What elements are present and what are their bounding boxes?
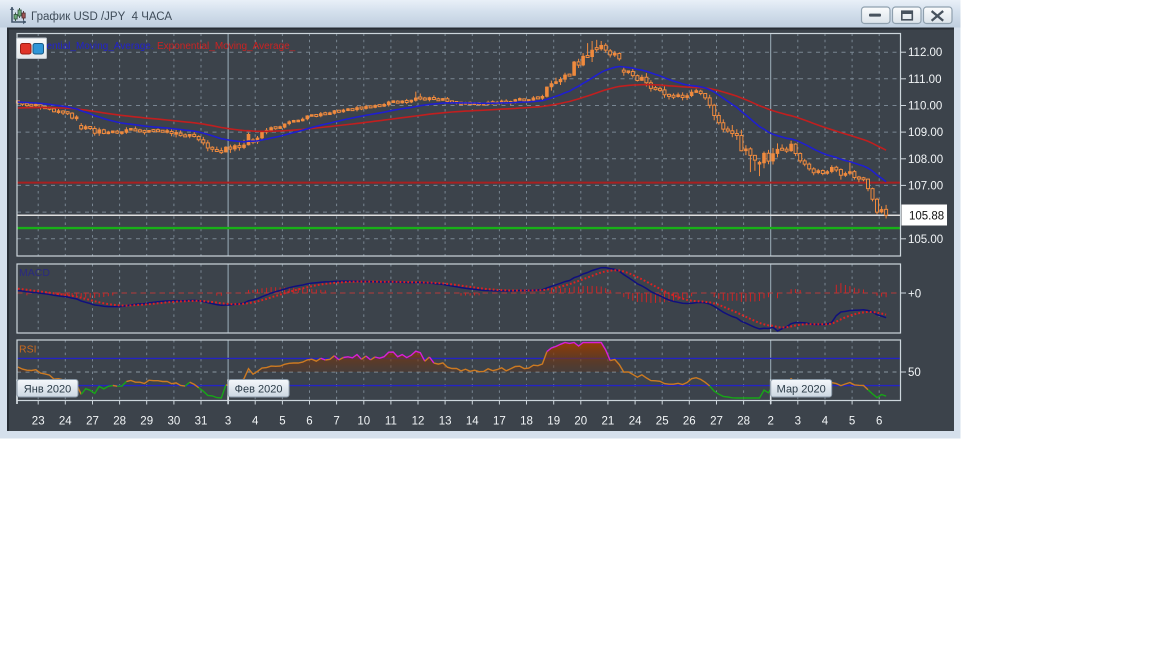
- svg-text:25: 25: [656, 416, 669, 428]
- svg-text:31: 31: [195, 416, 208, 428]
- svg-text:19: 19: [547, 416, 560, 428]
- svg-text:4: 4: [822, 416, 829, 428]
- svg-text:50: 50: [908, 367, 921, 379]
- svg-text:109.00: 109.00: [908, 127, 943, 139]
- svg-text:29: 29: [140, 416, 153, 428]
- svg-text:2: 2: [767, 416, 773, 428]
- svg-text:27: 27: [86, 416, 99, 428]
- svg-text:11: 11: [385, 416, 397, 428]
- svg-text:26: 26: [683, 416, 696, 428]
- svg-text:12: 12: [412, 416, 425, 428]
- svg-text:23: 23: [32, 416, 45, 428]
- svg-text:24: 24: [629, 416, 642, 428]
- svg-text:Exponential_Moving_Average_: Exponential_Moving_Average_: [157, 41, 296, 52]
- svg-text:5: 5: [849, 416, 855, 428]
- svg-text:14: 14: [466, 416, 479, 428]
- svg-text:+0: +0: [908, 289, 921, 301]
- svg-text:107.00: 107.00: [908, 180, 943, 192]
- svg-text:28: 28: [113, 416, 126, 428]
- svg-text:10: 10: [357, 416, 370, 428]
- svg-text:6: 6: [876, 416, 882, 428]
- svg-text:5: 5: [279, 416, 285, 428]
- svg-text:112.00: 112.00: [908, 47, 942, 59]
- svg-text:111.00: 111.00: [908, 74, 941, 86]
- svg-text:Мар 2020: Мар 2020: [777, 384, 826, 396]
- svg-text:108.00: 108.00: [908, 154, 943, 166]
- svg-text:105.88: 105.88: [909, 211, 944, 223]
- svg-text:28: 28: [737, 416, 750, 428]
- svg-text:4: 4: [252, 416, 259, 428]
- svg-text:17: 17: [493, 416, 506, 428]
- svg-text:Фев 2020: Фев 2020: [235, 384, 283, 396]
- svg-text:21: 21: [602, 416, 615, 428]
- svg-text:105.00: 105.00: [908, 234, 943, 246]
- svg-text:График USD /JPY 4 ЧАСА: График USD /JPY 4 ЧАСА: [31, 11, 172, 23]
- svg-text:18: 18: [520, 416, 533, 428]
- svg-text:30: 30: [168, 416, 181, 428]
- svg-text:6: 6: [306, 416, 312, 428]
- svg-text:Янв 2020: Янв 2020: [24, 384, 71, 396]
- svg-text:27: 27: [710, 416, 723, 428]
- svg-text:24: 24: [59, 416, 72, 428]
- svg-text:20: 20: [574, 416, 587, 428]
- svg-text:3: 3: [795, 416, 801, 428]
- svg-text:MACD: MACD: [19, 267, 50, 279]
- svg-text:RSI: RSI: [19, 344, 37, 356]
- svg-text:ential_Moving_Average.: ential_Moving_Average.: [47, 41, 154, 52]
- svg-text:7: 7: [333, 416, 339, 428]
- svg-text:110.00: 110.00: [908, 101, 942, 113]
- svg-text:13: 13: [439, 416, 452, 428]
- svg-text:3: 3: [225, 416, 231, 428]
